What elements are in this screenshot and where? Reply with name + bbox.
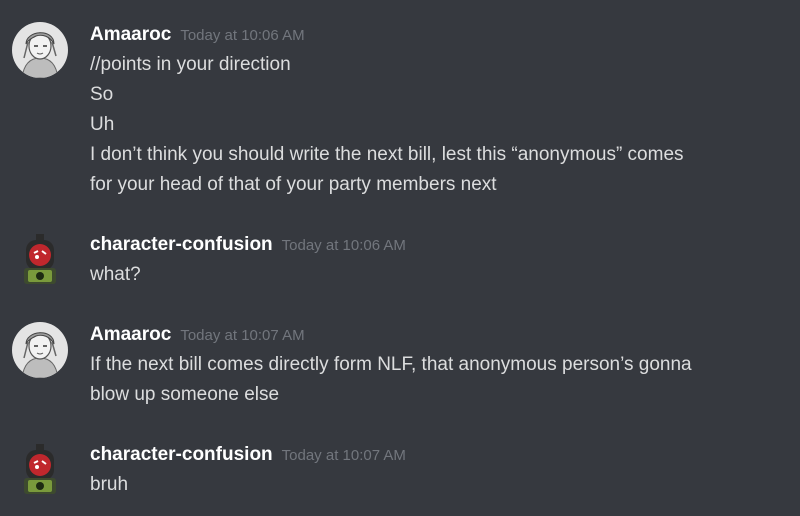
message-content: bruh	[90, 470, 780, 500]
message-line: Uh	[90, 114, 115, 135]
message-line: I don’t think you should write the next …	[90, 144, 684, 165]
message-line: for your head of that of your party memb…	[90, 174, 497, 195]
message-content: If the next bill comes directly form NLF…	[90, 350, 780, 410]
message-line: blow up someone else	[90, 384, 280, 405]
timestamp: Today at 10:06 AM	[281, 237, 406, 254]
username[interactable]: Amaaroc	[90, 24, 171, 45]
chat-message: Amaaroc Today at 10:06 AM //points in you…	[0, 20, 800, 210]
timestamp: Today at 10:07 AM	[281, 447, 406, 464]
message-content: what?	[90, 260, 780, 290]
message-header: Amaaroc Today at 10:07 AM	[90, 320, 305, 351]
chat-message: Amaaroc Today at 10:07 AM If the next bil…	[0, 320, 800, 416]
message-content: //points in your direction So Uh I don’t…	[90, 50, 780, 200]
message-header: Amaaroc Today at 10:06 AM	[90, 20, 305, 51]
red-robot-avatar-icon[interactable]	[12, 442, 68, 498]
message-line: bruh	[90, 474, 129, 495]
message-line: So	[90, 84, 114, 105]
message-header: character-confusion Today at 10:06 AM	[90, 230, 406, 261]
message-line: //points in your direction	[90, 54, 291, 75]
sketch-portrait-avatar-icon[interactable]	[12, 22, 68, 78]
message-header: character-confusion Today at 10:07 AM	[90, 440, 406, 471]
timestamp: Today at 10:06 AM	[180, 27, 305, 44]
username[interactable]: character-confusion	[90, 444, 273, 465]
message-line: what?	[90, 264, 141, 285]
red-robot-avatar-icon[interactable]	[12, 232, 68, 288]
timestamp: Today at 10:07 AM	[180, 327, 305, 344]
username[interactable]: character-confusion	[90, 234, 273, 255]
message-line: If the next bill comes directly form NLF…	[90, 354, 692, 375]
username[interactable]: Amaaroc	[90, 324, 171, 345]
chat-message: character-confusion Today at 10:06 AM wha…	[0, 230, 800, 294]
sketch-portrait-avatar-icon[interactable]	[12, 322, 68, 378]
chat-message: character-confusion Today at 10:07 AM bru…	[0, 440, 800, 504]
chat-message-list: Amaaroc Today at 10:06 AM //points in you…	[0, 0, 800, 516]
